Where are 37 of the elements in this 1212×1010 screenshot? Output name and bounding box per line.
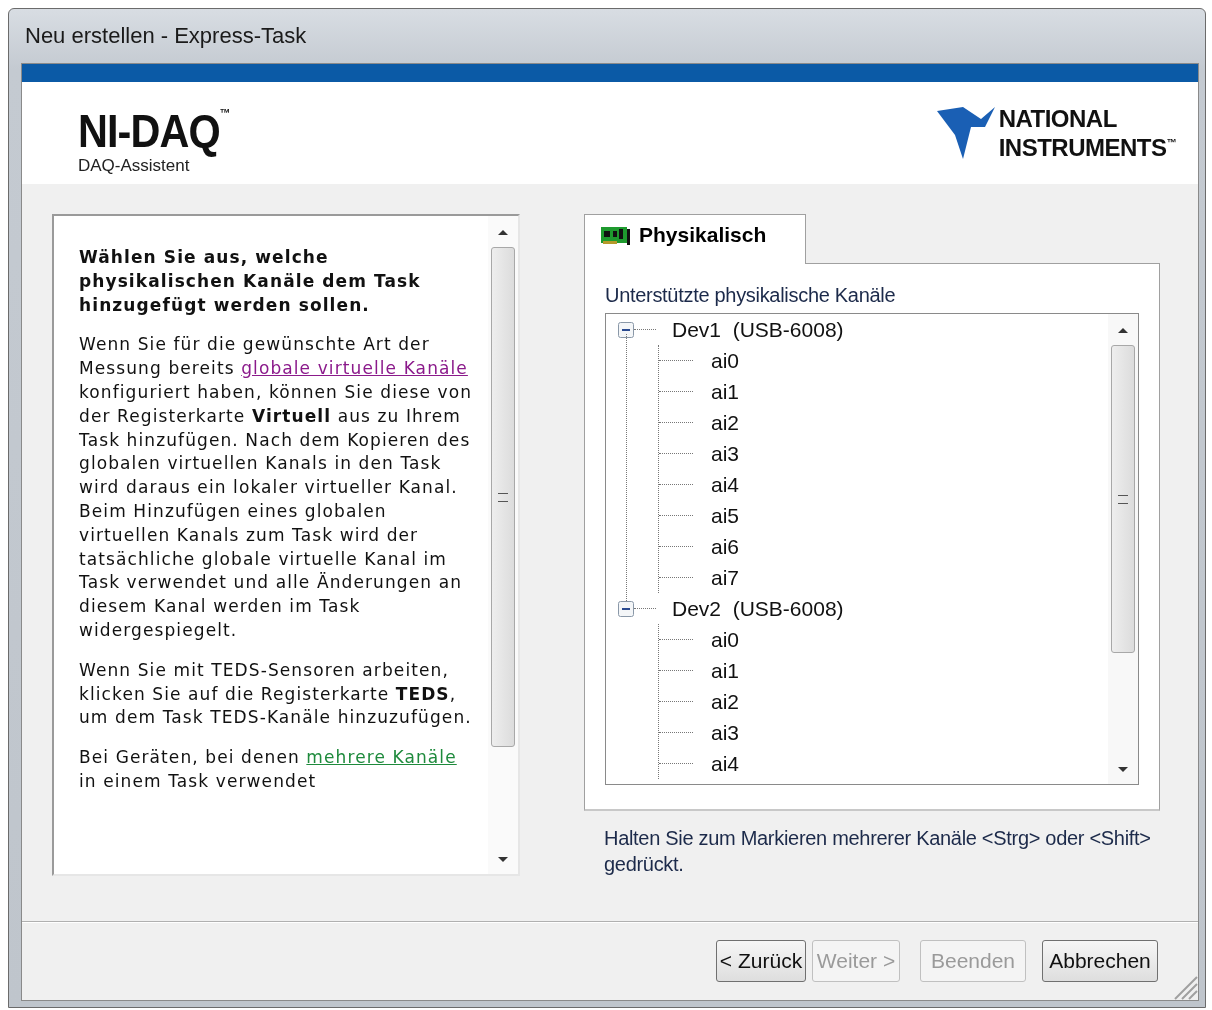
product-subtitle: DAQ-Assistent [78, 156, 190, 176]
scrollbar[interactable] [1108, 314, 1138, 784]
collapse-icon[interactable] [618, 600, 634, 617]
tree-item[interactable]: ai3 [711, 441, 740, 466]
channels-label: Unterstützte physikalische Kanäle [605, 284, 897, 307]
resize-grip-icon[interactable] [1172, 974, 1198, 1000]
collapse-icon[interactable] [618, 321, 634, 338]
tree-item[interactable]: ai2 [711, 689, 740, 714]
tab[interactable]: Physikalisch [584, 214, 806, 264]
tree-item[interactable]: ai3 [711, 720, 740, 745]
tree-item[interactable]: ai0 [711, 627, 740, 652]
help-paragraph: Bei Geräten, bei denen mehrere Kanäle in einem Task verwendet [79, 746, 458, 793]
help-link[interactable]: globale virtuelle Kanäle [241, 358, 468, 379]
hint-text: Halten Sie zum Markieren mehrerer Kanäle <Strg> oder <Shift> gedrückt. [604, 826, 1152, 877]
brand-name: NATIONAL [998, 106, 1118, 131]
tree-item[interactable]: Dev2 (USB-6008) [672, 596, 844, 621]
wizard-button[interactable]: Abbrechen [1042, 940, 1158, 982]
scrollbar[interactable] [488, 216, 518, 874]
help-paragraph: Wenn Sie für die gewünschte Art der Messung bereits globale virtuelle Kanäle konfiguriert haben, können Sie diese von der Registerkarte Virtuell aus zu Ihrem Task hinzufügen. Nach dem Kopieren des globalen virtuellen Kanals in den Task wird daraus ein lokaler virtueller Kanal. Beim Hinzufügen eines globalen virtuellen Kanals zum Task wird der tatsächliche globale virtuelle Kanal im Task verwendet und alle Änderungen an diesem Kanal werden im Task widergespiegelt. [79, 333, 474, 642]
tree-item[interactable]: ai1 [711, 379, 740, 404]
tree-item[interactable]: ai2 [711, 410, 740, 435]
tree-item[interactable]: ai7 [711, 565, 740, 590]
tree-item[interactable]: ai6 [711, 534, 740, 559]
help-paragraph: Wählen Sie aus, welche physikalischen Kanäle dem Task hinzugefügt werden sollen. [79, 246, 422, 317]
tree-item[interactable]: ai5 [711, 503, 740, 528]
tree-item[interactable]: Dev1 (USB-6008) [672, 317, 844, 342]
board-icon [601, 224, 631, 245]
wizard-button[interactable]: < Zurück [716, 940, 806, 982]
tree-item[interactable]: ai0 [711, 348, 740, 373]
tree-item[interactable]: ai4 [711, 472, 740, 497]
brand-logo-icon [936, 105, 997, 161]
tree-item[interactable]: ai1 [711, 658, 740, 683]
help-link[interactable]: mehrere Kanäle [306, 747, 457, 768]
window-title: Neu erstellen - Express-Task [24, 23, 307, 49]
brand-name: INSTRUMENTS$^{™}$ [998, 132, 1176, 160]
help-paragraph: Wenn Sie mit TEDS-Sensoren arbeiten, klicken Sie auf die Registerkarte TEDS, um dem Task TEDS-Kanäle hinzuzufügen. [79, 658, 473, 730]
tree-item[interactable]: ai4 [711, 751, 740, 776]
